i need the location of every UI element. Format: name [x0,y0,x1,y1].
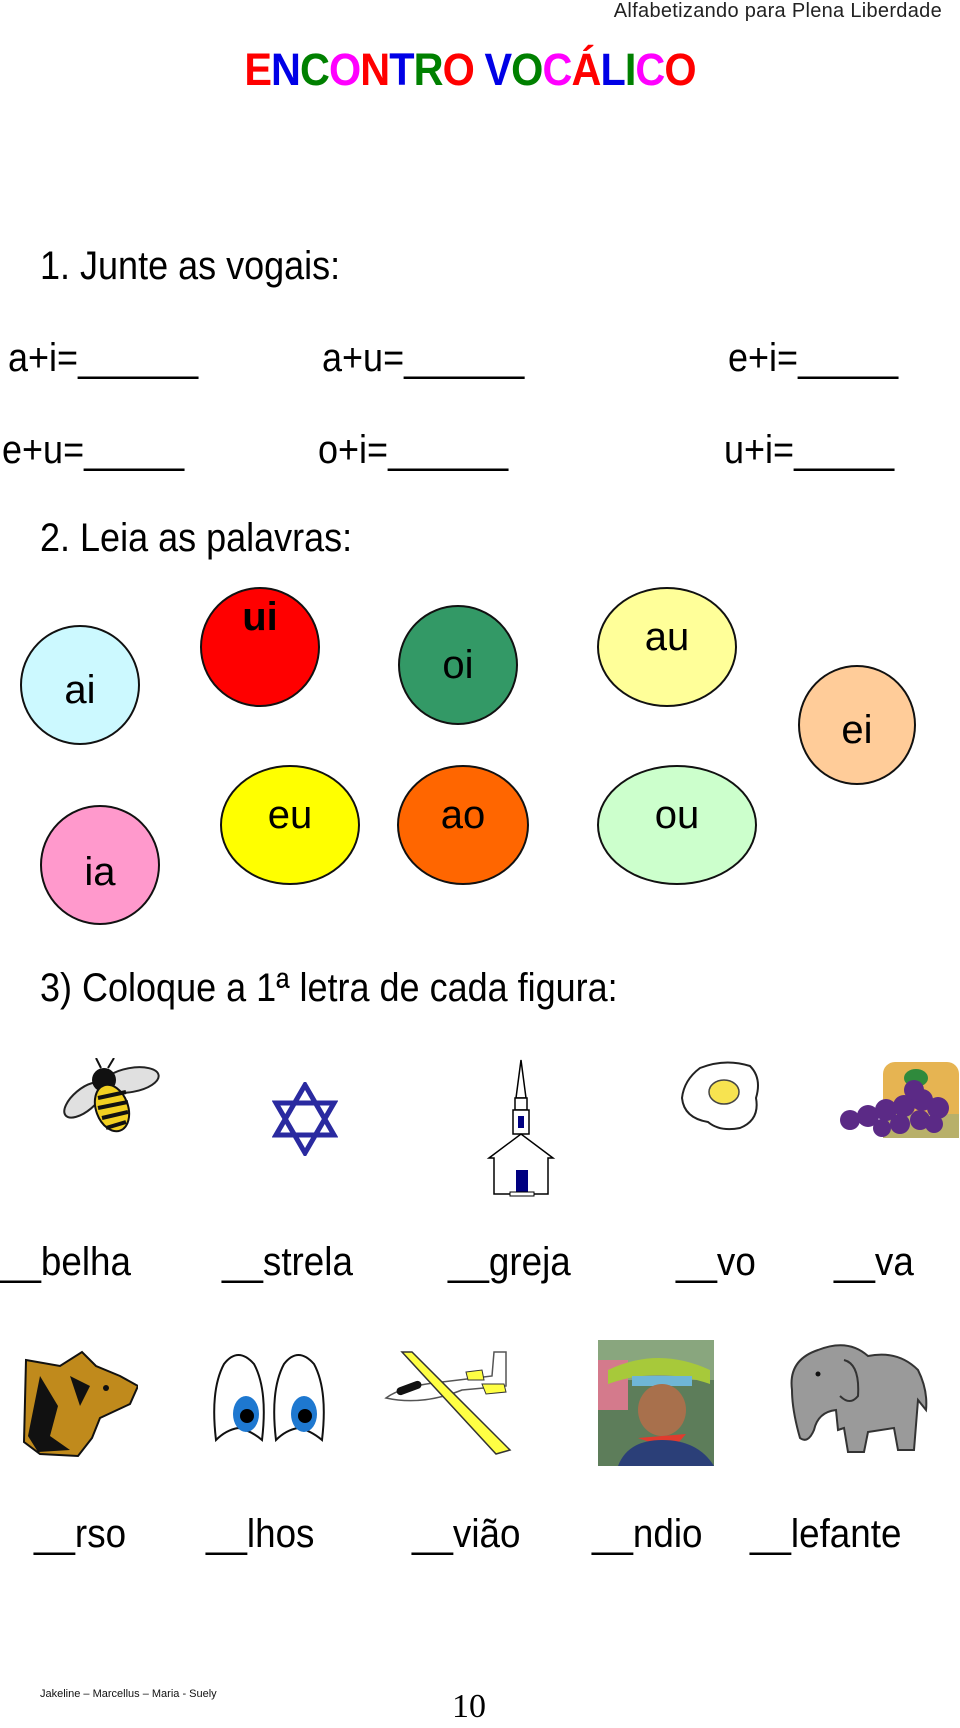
bubble-au: au [597,587,737,707]
bubble-label: ia [84,850,116,894]
title-letter: I [624,44,636,95]
sum-ui: u+i=_____ [724,428,895,472]
bubble-ai: ai [20,625,140,745]
title-letter: N [360,44,390,95]
word-uva: __va [834,1240,914,1284]
bubble-label: ai [64,667,96,712]
word-estrela: __strela [222,1240,353,1284]
word-olhos: __lhos [206,1512,315,1556]
title-letter: E [244,44,272,95]
section2-heading: 2. Leia as palavras: [40,516,353,560]
title-letter: C [542,44,572,95]
sum-eu: e+u=_____ [2,428,185,472]
title-letter: N [271,44,301,95]
bubble-eu: eu [220,765,360,885]
bubble-ui: ui [200,587,320,707]
page-number: 10 [452,1688,486,1725]
word-ovo: __vo [676,1240,756,1284]
word-igreja: __greja [448,1240,571,1284]
word-indio: __ndio [592,1512,703,1556]
bubble-ao: ao [397,765,529,885]
title-letter: O [328,44,361,95]
footer-authors: Jakeline – Marcellus – Maria - Suely [40,1688,217,1700]
sum-ai: a+i=______ [8,336,199,380]
bubble-ia: ia [40,805,160,925]
title-letter: R [413,44,444,95]
title-letter: L [600,44,625,95]
church-icon [486,1059,556,1197]
bubble-label: oi [442,642,474,687]
elephant-icon [790,1344,928,1453]
bubble-label: eu [267,792,313,837]
section3-heading: 3) Coloque a 1ª letra de cada figura: [40,966,618,1010]
title-letter: C [635,44,665,95]
airplane-icon [384,1351,512,1455]
bubble-oi: oi [398,605,518,725]
bubble-label: ou [654,792,700,837]
title-letter: T [389,44,414,95]
fried-egg-icon [680,1061,759,1131]
grapes-icon [840,1062,959,1138]
title-letter [474,44,485,96]
sum-ei: e+i=_____ [728,336,899,380]
section1-heading: 1. Junte as vogais: [40,244,341,288]
sum-oi: o+i=______ [318,428,509,472]
header-note: Alfabetizando para Plena Liberdade [613,0,942,22]
title-letter: O [664,44,696,95]
word-abelha: __belha [0,1240,131,1284]
bubble-label: ei [841,707,873,752]
word-urso: __rso [34,1512,127,1556]
title-letter: C [299,44,330,95]
bubble-label: ao [440,792,486,837]
title-letter: V [484,44,512,95]
word-elefante: __lefante [750,1512,902,1556]
bubble-ou: ou [597,765,757,885]
bee-icon [63,1058,160,1133]
sum-au: a+u=______ [322,336,525,380]
bear-icon [22,1350,138,1458]
bubble-label: ui [242,594,278,639]
word-aviao: __vião [412,1512,521,1556]
indigenous-man-photo [598,1340,714,1466]
bubble-label: au [644,614,690,659]
page-title: ENCONTRO VOCÁLICO [38,44,903,96]
bubble-ei: ei [798,665,916,785]
title-letter: O [442,44,475,95]
title-letter: Á [571,44,601,95]
eyes-icon [213,1354,325,1443]
title-letter: O [511,44,543,95]
star-of-david-icon [272,1082,338,1156]
